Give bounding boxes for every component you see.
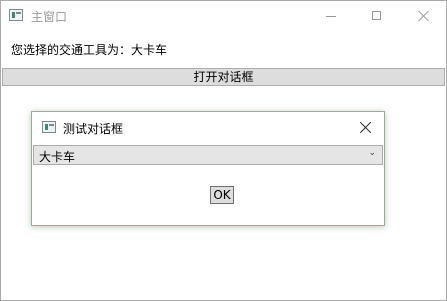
close-button[interactable] [400,1,446,32]
minimize-icon [326,16,336,17]
window-title: 主窗口 [31,10,68,24]
vehicle-select[interactable]: 大卡车 ⌄ [33,145,383,165]
dialog-title: 测试对话框 [63,122,124,136]
close-icon [418,10,430,22]
open-dialog-button[interactable]: 打开对话框 [2,68,445,86]
minimize-button[interactable] [308,1,354,32]
title-bar[interactable]: 主窗口 [1,1,446,32]
maximize-button[interactable] [354,1,400,32]
chevron-down-icon: ⌄ [368,148,376,158]
dialog-close-button[interactable] [350,116,380,140]
ok-button[interactable]: OK [210,186,234,204]
dialog-app-icon [42,121,56,133]
app-icon [9,9,23,21]
close-icon [359,121,372,134]
maximize-icon [372,11,381,20]
selection-label: 您选择的交通工具为：大卡车 [11,43,168,57]
vehicle-select-value: 大卡车 [39,150,76,164]
test-dialog: 测试对话框 大卡车 ⌄ OK [31,111,385,226]
